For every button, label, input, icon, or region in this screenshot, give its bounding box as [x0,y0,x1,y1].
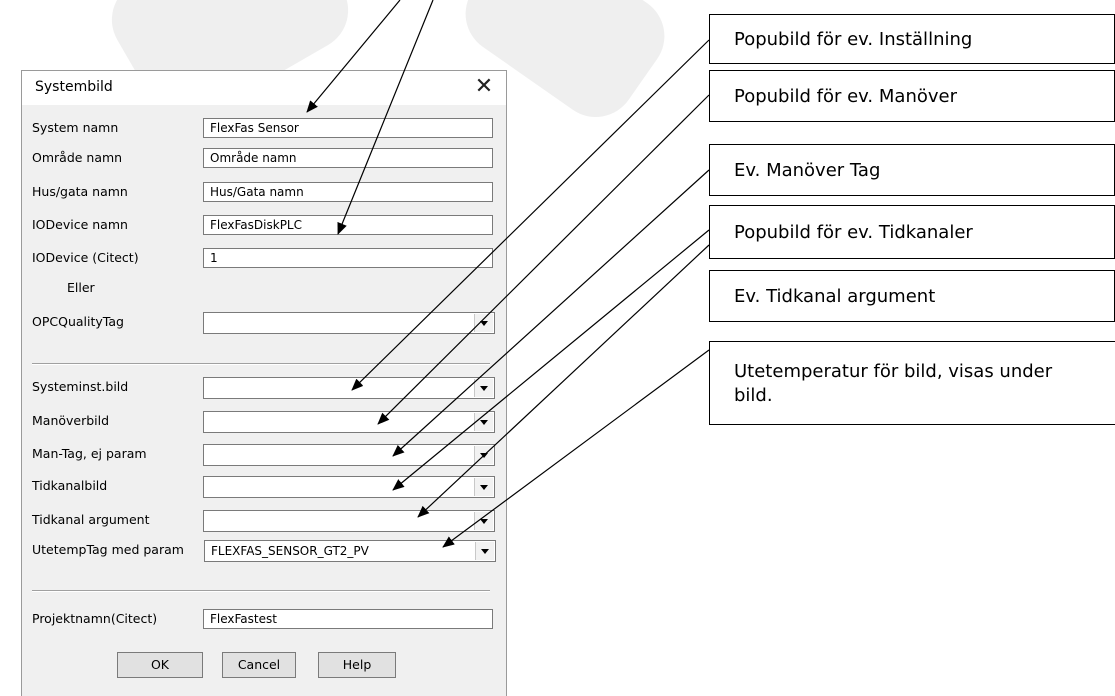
arrow-maneuver-tag [392,169,710,457]
arrow-maneuver-popup [377,94,710,425]
arrow-top-right [337,0,434,235]
arrow-timechannel-popup-2 [417,244,710,518]
arrow-top-left [306,0,401,113]
annotation-arrows [306,0,710,548]
arrow-outdoor-temp [442,349,710,548]
arrow-timechannel-popup [392,229,710,491]
arrow-settings-popup [351,39,710,391]
